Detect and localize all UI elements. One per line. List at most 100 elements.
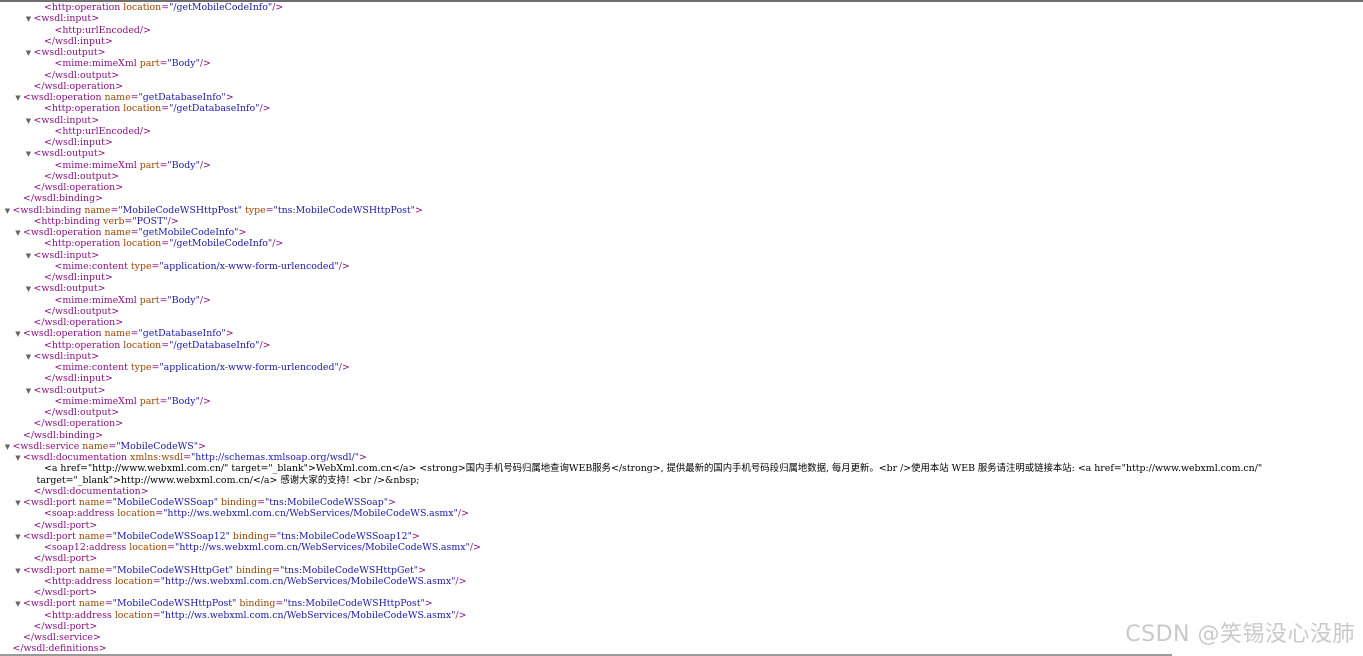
xml-attribute-value: "/getMobileCodeInfo" — [169, 2, 273, 13]
xml-attribute-value: "getDatabaseInfo" — [138, 92, 226, 103]
xml-attribute-value: "http://ws.webxml.com.cn/WebServices/Mob… — [160, 575, 456, 587]
xml-line: <mime:content type="application/x-www-fo… — [0, 261, 1363, 272]
xml-tag-text: = — [152, 575, 161, 587]
xml-tag-text: /> — [469, 542, 481, 553]
xml-tag-text: <mime:mimeXml — [54, 159, 140, 171]
xml-tag-text: > — [198, 440, 206, 452]
xml-attribute-value: "MobileCodeWSHttpPost" — [112, 598, 237, 610]
xml-line: <mime:mimeXml part="Body"/> — [0, 58, 1363, 69]
xml-line: ▼ <wsdl:output> — [0, 385, 1363, 396]
xml-tag-text: <wsdl:output> — [33, 283, 106, 295]
xml-attribute-value: "tns:MobileCodeWSHttpPost" — [283, 598, 425, 610]
xml-line: ▼ <wsdl:documentation xmlns:wsdl="http://… — [0, 452, 1363, 463]
xml-line: </wsdl:output> — [0, 407, 1363, 418]
xml-line: <http:binding verb="POST"/> — [0, 216, 1363, 227]
xml-tag-text: </wsdl:operation> — [33, 317, 124, 328]
xml-attribute-name: location — [123, 103, 162, 115]
xml-attribute-value: "/getDatabaseInfo" — [169, 103, 260, 115]
xml-line: <mime:mimeXml part="Body"/> — [0, 160, 1363, 171]
xml-line: </wsdl:operation> — [0, 418, 1363, 429]
xml-attribute-value: "MobileCodeWSSoap12" — [112, 530, 230, 542]
xml-line: </wsdl:operation> — [0, 317, 1363, 328]
xml-attribute-name: binding — [239, 598, 276, 610]
xml-attribute-name: location — [129, 542, 168, 553]
xml-tag-text: <http:urlEncoded/> — [54, 125, 151, 137]
xml-attribute-name: binding — [232, 530, 269, 542]
xml-line: </wsdl:port> — [0, 520, 1363, 531]
xml-tag-text: </wsdl:port> — [33, 587, 98, 598]
xml-tag-text: /> — [457, 508, 469, 520]
xml-line: <http:address location="http://ws.webxml… — [0, 576, 1363, 587]
xml-attribute-value: "tns:MobileCodeWSHttpGet" — [279, 564, 419, 576]
xml-line: <mime:mimeXml part="Body"/> — [0, 396, 1363, 407]
xml-line: ▼ <wsdl:output> — [0, 148, 1363, 159]
xml-attribute-value: "getDatabaseInfo" — [138, 328, 226, 340]
xml-tag-text: = — [167, 542, 176, 553]
xml-line: ▼ <wsdl:input> — [0, 13, 1363, 24]
xml-attribute-value: "/getDatabaseInfo" — [169, 339, 260, 351]
xml-tag-text: </wsdl:operation> — [33, 418, 124, 430]
xml-tag-text: </wsdl:documentation> — [33, 485, 149, 497]
xml-tag-text: > — [225, 328, 234, 340]
xml-tag-text: /> — [199, 58, 211, 70]
xml-tag-text: > — [418, 564, 426, 576]
xml-tag-text: </wsdl:port> — [33, 620, 98, 632]
xml-attribute-value: "http://schemas.xmlsoap.org/wsdl/" — [190, 452, 360, 463]
xml-attribute-name: type — [130, 260, 152, 272]
xml-tag-text: = — [161, 103, 170, 115]
xml-tag-text: </wsdl:input> — [44, 137, 113, 148]
xml-attribute-name: part — [139, 395, 160, 407]
xml-tag-text: <mime:mimeXml — [54, 58, 140, 70]
xml-tag-text: <http:operation — [44, 238, 124, 250]
xml-attribute-value: "Body" — [167, 395, 200, 407]
xml-tag-text: /> — [455, 575, 467, 587]
xml-tag-text: <wsdl:port — [23, 564, 79, 576]
xml-tag-text: <mime:content — [54, 260, 131, 272]
xml-tag-text: <wsdl:port — [23, 497, 79, 508]
xml-attribute-value: "getMobileCodeInfo" — [138, 227, 239, 238]
xml-attribute-name: name — [82, 440, 109, 452]
xml-tag-text: = — [161, 2, 170, 13]
xml-tag-text: </wsdl:port> — [33, 519, 98, 531]
xml-line: </wsdl:binding> — [0, 193, 1363, 204]
xml-tag-text: <soap:address — [44, 508, 118, 520]
xml-line: <mime:mimeXml part="Body"/> — [0, 295, 1363, 306]
xml-line: </wsdl:output> — [0, 306, 1363, 317]
xml-tag-text: > — [238, 227, 247, 238]
xml-tag-text: <http:urlEncoded/> — [54, 24, 151, 36]
xml-attribute-name: name — [104, 92, 131, 103]
xml-attribute-value: "tns:MobileCodeWSSoap" — [264, 497, 389, 508]
xml-line: <http:operation location="/getMobileCode… — [0, 238, 1363, 249]
xml-tag-text: </wsdl:definitions> — [12, 643, 107, 655]
xml-source-viewer: <http:operation location="/getMobileCode… — [0, 2, 1363, 656]
xml-tag-text: <wsdl:port — [23, 530, 79, 542]
xml-line: ▼ <wsdl:operation name="getMobileCodeInfo… — [0, 227, 1363, 238]
xml-tag-text: > — [424, 598, 433, 610]
xml-tag-text: </wsdl:service> — [23, 632, 101, 643]
xml-line: <soap:address location="http://ws.webxml… — [0, 508, 1363, 519]
xml-line: ▼ <wsdl:input> — [0, 115, 1363, 126]
xml-line: </wsdl:output> — [0, 171, 1363, 182]
xml-attribute-value: "tns:MobileCodeWSHttpPost" — [273, 204, 415, 216]
xml-tag-text: /> — [272, 2, 284, 13]
xml-attribute-name: type — [245, 204, 266, 216]
xml-tag-text: <mime:mimeXml — [54, 395, 140, 407]
xml-tag-text: = — [104, 497, 113, 508]
xml-tag-text: > — [415, 204, 423, 216]
xml-tag-text: > — [388, 497, 396, 508]
xml-tag-text: <wsdl:operation — [23, 328, 105, 340]
xml-line: </wsdl:documentation> — [0, 486, 1363, 497]
xml-attribute-value: "MobileCodeWSHttpPost" — [118, 204, 243, 216]
xml-tag-text: <wsdl:output> — [33, 384, 106, 396]
xml-attribute-name: location — [123, 339, 162, 351]
xml-attribute-name: part — [139, 294, 160, 306]
xml-attribute-name: binding — [236, 564, 273, 576]
xml-tag-text: </wsdl:binding> — [23, 429, 103, 441]
xml-attribute-name: binding — [221, 497, 258, 508]
xml-tag-text: <wsdl:operation — [23, 227, 105, 238]
xml-line: </wsdl:input> — [0, 373, 1363, 384]
xml-attribute-value: "tns:MobileCodeWSSoap12" — [276, 530, 412, 542]
xml-tag-text: <wsdl:output> — [33, 148, 106, 160]
xml-line: ▼ <wsdl:port name="MobileCodeWSSoap" bind… — [0, 497, 1363, 508]
xml-line: <http:urlEncoded/> — [0, 126, 1363, 137]
